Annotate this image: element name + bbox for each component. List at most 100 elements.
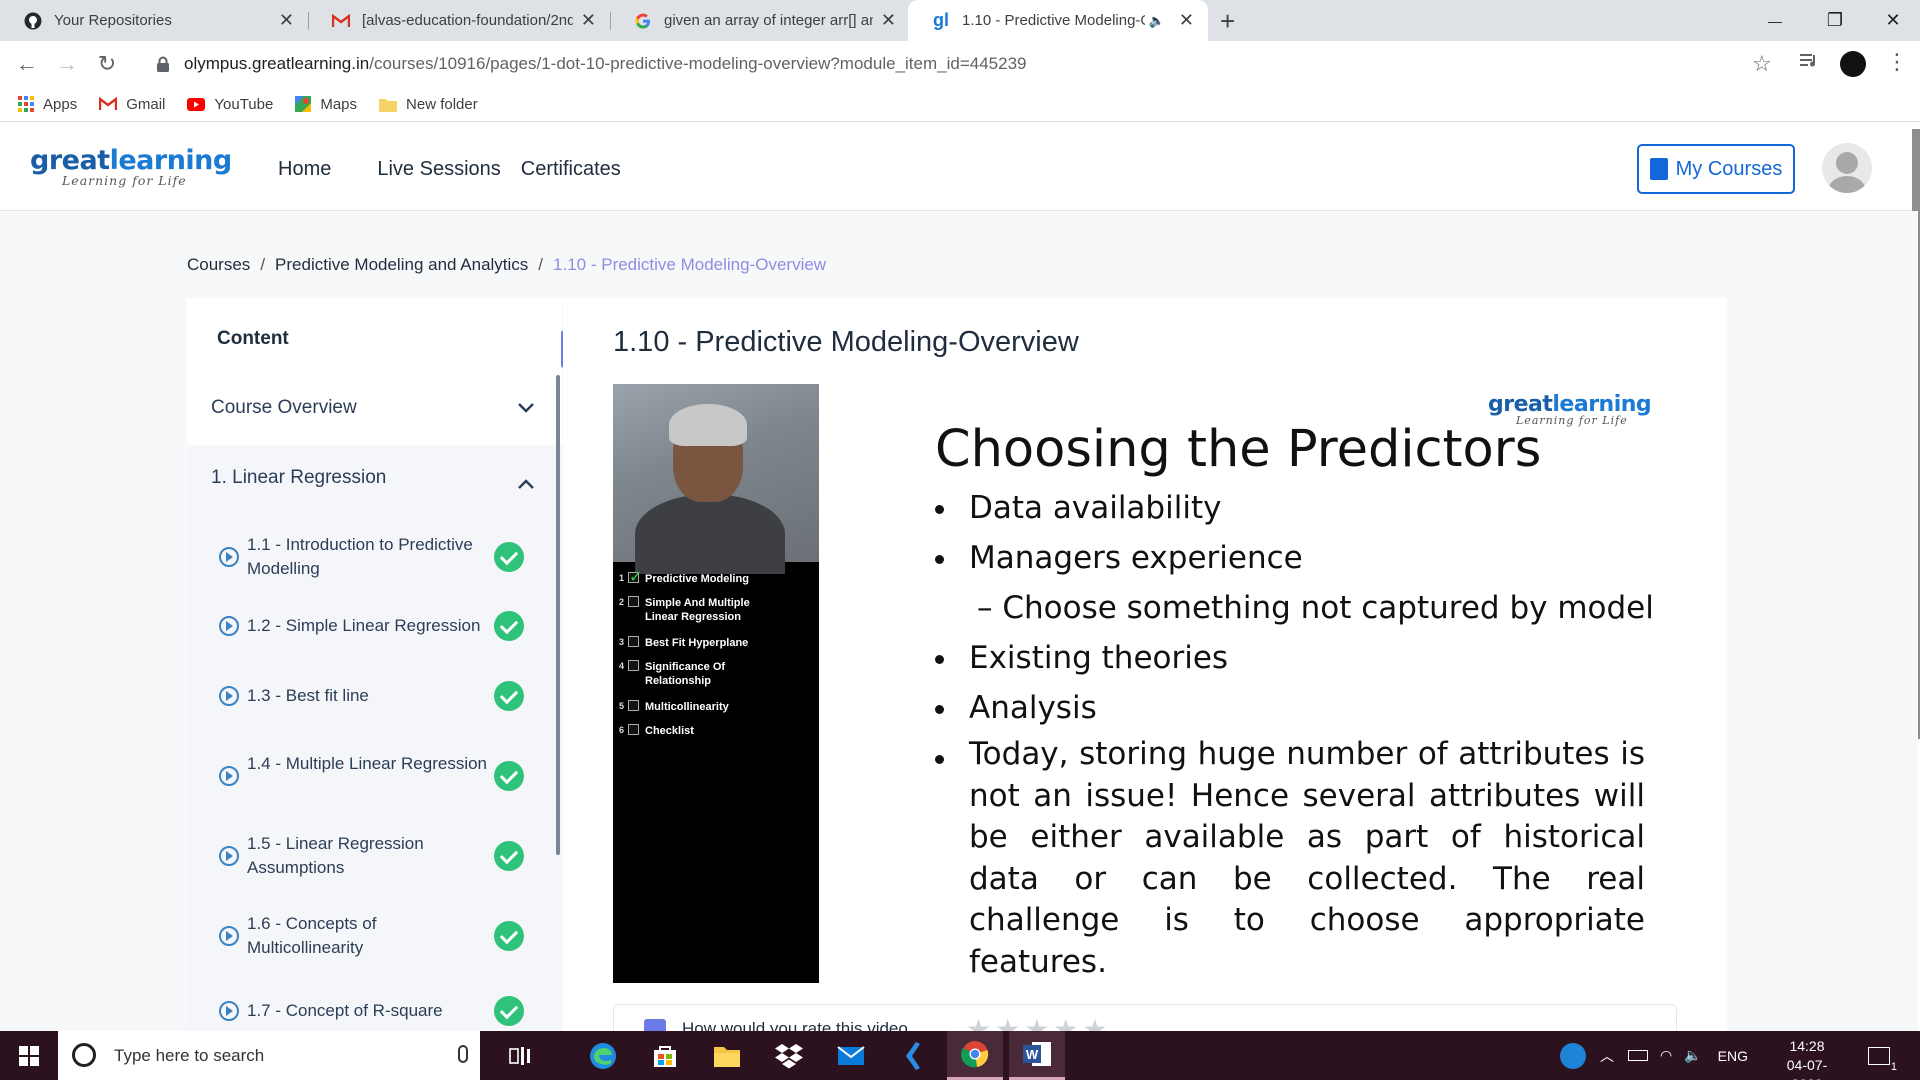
profile-avatar[interactable] <box>1840 51 1866 77</box>
sidebar-scrollbar[interactable] <box>556 375 560 855</box>
back-button[interactable]: ← <box>12 49 42 79</box>
wifi-icon[interactable]: ◠ <box>1660 1047 1672 1064</box>
battery-icon[interactable] <box>1628 1050 1648 1061</box>
close-icon: ✕ <box>1885 10 1901 30</box>
microphone-icon[interactable] <box>458 1045 468 1063</box>
nav-certificates[interactable]: Certificates <box>521 158 621 181</box>
cortana-icon <box>72 1043 96 1067</box>
lesson-item[interactable]: 1.6 - Concepts of Multicollinearity <box>187 911 562 961</box>
reload-button[interactable]: ↻ <box>92 49 122 79</box>
lesson-item[interactable]: 1.5 - Linear Regression Assumptions <box>187 831 562 881</box>
address-bar[interactable]: olympus.greatlearning.in/courses/10916/p… <box>140 45 1770 83</box>
check-circle-icon <box>494 996 524 1026</box>
bullet-dot <box>935 755 944 764</box>
bullet-text: Analysis <box>969 690 1097 726</box>
breadcrumb-courses[interactable]: Courses <box>187 255 250 275</box>
lesson-item[interactable]: 1.4 - Multiple Linear Regression <box>187 751 562 801</box>
lock-icon <box>156 56 170 72</box>
media-control-icon[interactable] <box>1800 53 1820 74</box>
clock[interactable]: 14:28 04-07-2020 <box>1772 1037 1842 1080</box>
bookmark-label: YouTube <box>214 95 274 113</box>
chapter-number: 6 <box>619 725 625 735</box>
my-courses-button[interactable]: My Courses <box>1637 144 1795 194</box>
tab-gmail[interactable]: [alvas-education-foundation/2nd ✕ <box>308 0 610 41</box>
lesson-item[interactable]: 1.2 - Simple Linear Regression <box>187 606 562 646</box>
close-window-button[interactable]: ✕ <box>1863 0 1920 41</box>
start-button[interactable] <box>0 1031 58 1080</box>
forward-arrow-icon: → <box>56 51 78 76</box>
checkbox-icon <box>628 660 639 671</box>
maximize-button[interactable]: ❐ <box>1805 0 1865 41</box>
user-avatar[interactable] <box>1822 143 1872 193</box>
bookmark-maps[interactable]: Maps <box>295 96 357 113</box>
checkbox-icon <box>628 596 639 607</box>
minimize-button[interactable]: — <box>1745 0 1805 41</box>
bullet-dot <box>935 505 944 514</box>
presenter-hair <box>669 404 747 446</box>
breadcrumb-course[interactable]: Predictive Modeling and Analytics <box>275 255 528 275</box>
tab-close-icon[interactable]: ✕ <box>881 10 896 31</box>
site-header: greatlearning Learning for Life Home Liv… <box>0 129 1918 211</box>
play-circle-icon <box>219 1001 239 1021</box>
bookmark-star-icon[interactable]: ☆ <box>1752 51 1772 77</box>
bookmark-youtube[interactable]: YouTube <box>187 96 273 113</box>
bookmark-apps[interactable]: Apps <box>18 96 77 113</box>
bullet-text: Managers experience <box>969 540 1303 576</box>
clock-time: 14:28 <box>1789 1038 1825 1054</box>
chevron-up-icon <box>518 473 534 495</box>
windows-logo-icon <box>19 1045 39 1066</box>
greatlearning-icon: gl <box>933 10 949 30</box>
lesson-item[interactable]: 1.1 - Introduction to Predictive Modelli… <box>187 532 562 582</box>
url-host: olympus.greatlearning.in <box>184 54 370 73</box>
tab-title: [alvas-education-foundation/2nd <box>362 12 573 29</box>
chrome-menu-icon[interactable]: ⋮ <box>1886 49 1908 75</box>
screen: Your Repositories ✕ [alvas-education-fou… <box>0 0 1920 1080</box>
maps-icon <box>295 96 312 112</box>
tab-greatlearning-active[interactable]: gl 1.10 - Predictive Modeling-O 🔈 ✕ <box>908 0 1208 41</box>
task-view-icon[interactable] <box>492 1031 548 1080</box>
lesson-item[interactable]: 1.3 - Best fit line <box>187 676 562 716</box>
chapter-label: Best Fit Hyperplane <box>645 637 749 649</box>
check-circle-icon <box>494 681 524 711</box>
visual-studio-icon[interactable] <box>885 1031 941 1080</box>
bookmark-gmail[interactable]: Gmail <box>99 96 165 113</box>
lesson-label: 1.3 - Best fit line <box>247 686 369 705</box>
help-icon[interactable] <box>1560 1042 1586 1069</box>
nav-live-sessions[interactable]: Live Sessions <box>377 158 500 181</box>
volume-icon[interactable]: 🔈 <box>1684 1047 1701 1064</box>
nav-home[interactable]: Home <box>278 158 331 181</box>
store-icon[interactable] <box>637 1031 693 1080</box>
tab-close-icon[interactable]: ✕ <box>279 10 294 31</box>
lesson-label: 1.4 - Multiple Linear Regression <box>247 754 488 773</box>
tab-google[interactable]: given an array of integer arr[] and ✕ <box>610 0 910 41</box>
section-course-overview[interactable]: Course Overview <box>187 375 562 441</box>
notification-center-button[interactable]: 1 <box>1868 1031 1897 1080</box>
file-explorer-icon[interactable] <box>699 1031 755 1080</box>
tab-github[interactable]: Your Repositories ✕ <box>0 0 308 41</box>
language-indicator[interactable]: ENG <box>1718 1048 1748 1064</box>
taskbar-search[interactable]: Type here to search <box>58 1031 480 1080</box>
tab-close-icon[interactable]: ✕ <box>1179 10 1194 31</box>
video-player[interactable]: 1 ✓ Predictive Modeling 2 Simple And Mul… <box>613 384 819 983</box>
audio-playing-icon[interactable]: 🔈 <box>1149 13 1165 29</box>
chevron-up-icon[interactable]: ︿ <box>1600 1046 1614 1066</box>
forward-button[interactable]: → <box>52 49 82 79</box>
mail-icon[interactable] <box>823 1031 879 1080</box>
play-circle-icon <box>219 766 239 786</box>
play-circle-icon <box>219 926 239 946</box>
reload-icon: ↻ <box>97 51 117 76</box>
edge-icon[interactable] <box>575 1031 631 1080</box>
bookmark-new-folder[interactable]: New folder <box>379 96 478 113</box>
chrome-icon[interactable] <box>947 1031 1003 1080</box>
lesson-item[interactable]: 1.7 - Concept of R-square <box>187 991 562 1031</box>
new-tab-button[interactable]: + <box>1220 6 1235 37</box>
notification-icon: 1 <box>1868 1046 1897 1073</box>
greatlearning-logo[interactable]: greatlearning Learning for Life <box>30 145 232 188</box>
section-label: 1. Linear Regression <box>211 467 387 488</box>
dropbox-icon[interactable] <box>761 1031 817 1080</box>
tab-close-icon[interactable]: ✕ <box>581 10 596 31</box>
word-icon[interactable]: W <box>1009 1031 1065 1080</box>
bookmark-label: Apps <box>43 95 78 113</box>
restore-icon: ❐ <box>1826 10 1844 30</box>
system-tray: ︿ ◠ 🔈 ENG <box>1560 1031 1748 1080</box>
